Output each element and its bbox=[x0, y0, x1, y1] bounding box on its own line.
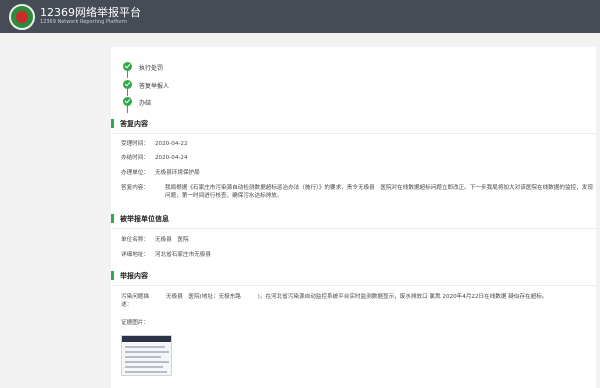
reply-content-text: 我局根据《石家庄市污染源自动检测数据超标惩治办法（施行）》的要求，责令无极县 医… bbox=[165, 185, 593, 199]
section-divider bbox=[111, 133, 596, 134]
info-row-completed-time: 办结时间： 2020-04-24 bbox=[121, 154, 188, 162]
section-title-reply: 答复内容 bbox=[111, 119, 148, 129]
field-label: 办理单位： bbox=[121, 170, 149, 176]
step-label: 办结 bbox=[139, 100, 152, 107]
section-divider bbox=[111, 228, 596, 229]
section-divider bbox=[111, 285, 596, 286]
step-label: 执行处罚 bbox=[139, 65, 164, 72]
platform-logo-icon bbox=[9, 4, 35, 30]
info-row-address: 详细地址： 河北省石家庄市无极县 bbox=[121, 251, 211, 259]
thumbnail-line bbox=[125, 356, 161, 358]
step-label: 答复举报人 bbox=[139, 83, 170, 90]
field-label: 污染问题描述： bbox=[121, 294, 149, 308]
section-title-report-content: 举报内容 bbox=[111, 271, 148, 281]
platform-title: 12369网络举报平台 bbox=[40, 6, 141, 19]
field-label: 受理时间： bbox=[121, 141, 149, 147]
check-circle-icon bbox=[123, 62, 132, 71]
field-label: 单位名称： bbox=[121, 237, 149, 243]
field-label: 详细地址： bbox=[121, 252, 149, 258]
thumbnail-line bbox=[125, 371, 167, 373]
info-row-unit-name: 单位名称： 无极县 医院 bbox=[121, 236, 189, 244]
thumbnail-line bbox=[125, 366, 163, 368]
issue-description-text: 无极县 医院(地址：无极东路 )，在河北省污染源自动监控系统平台实时监测数据显示… bbox=[166, 294, 548, 300]
platform-subtitle: 12369 Network Reporting Platform bbox=[40, 19, 127, 25]
field-value: 河北省石家庄市无极县 bbox=[155, 252, 211, 258]
field-value: 2020-04-24 bbox=[155, 155, 188, 161]
info-row-issue-description: 污染问题描述： 无极县 医院(地址：无极东路 )，在河北省污染源自动监控系统平台… bbox=[121, 293, 596, 311]
thumbnail-line bbox=[125, 346, 165, 348]
field-label: 答复内容： bbox=[121, 185, 149, 191]
info-row-reply-content: 答复内容： 我局根据《石家庄市污染源自动检测数据超标惩治办法（施行）》的要求，责… bbox=[121, 184, 596, 202]
info-row-handling-unit: 办理单位： 无极县环境保护局 bbox=[121, 169, 200, 177]
evidence-image-thumbnail[interactable] bbox=[121, 335, 172, 376]
report-detail-panel: 执行处罚 答复举报人 办结 答复内容 受理时间： 2020-04-22 办结时间：… bbox=[111, 47, 596, 388]
thumbnail-line bbox=[125, 361, 169, 363]
field-label: 证据图片： bbox=[121, 320, 149, 326]
section-title-reported-unit: 被举报单位信息 bbox=[111, 214, 169, 224]
field-value: 2020-04-22 bbox=[155, 141, 188, 147]
field-label: 办结时间： bbox=[121, 155, 149, 161]
field-value: 无极县 医院 bbox=[155, 237, 189, 243]
check-circle-icon bbox=[123, 97, 132, 106]
check-circle-icon bbox=[123, 80, 132, 89]
field-value: 无极县环境保护局 bbox=[155, 170, 200, 176]
thumbnail-line bbox=[125, 351, 169, 353]
info-row-accepted-time: 受理时间： 2020-04-22 bbox=[121, 140, 188, 148]
top-header: 12369网络举报平台 12369 Network Reporting Plat… bbox=[0, 0, 600, 33]
thumbnail-header-bar bbox=[122, 336, 171, 342]
info-row-evidence: 证据图片： bbox=[121, 319, 155, 327]
